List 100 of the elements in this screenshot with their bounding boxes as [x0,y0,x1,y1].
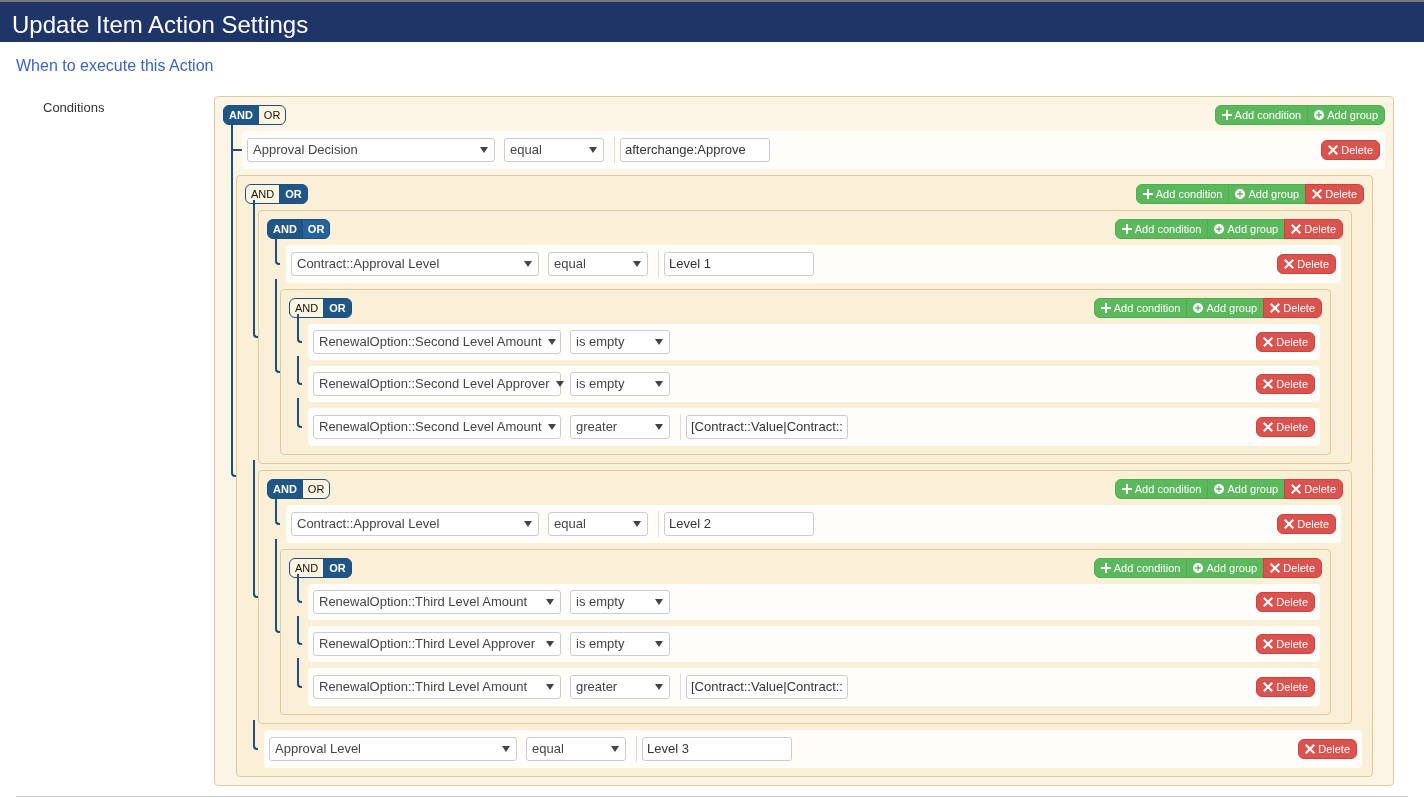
field-select[interactable]: Contract::Approval Level [291,252,539,276]
plus-circle-icon [1193,563,1204,573]
value-field[interactable]: Level 2 [664,512,814,536]
close-icon [1263,682,1274,692]
logic-toggle[interactable]: OR [323,558,352,578]
close-icon [1328,145,1339,155]
field-select[interactable]: Approval Level [269,737,517,761]
caret-icon [655,424,663,430]
caret-icon [480,147,488,153]
field-select[interactable]: RenewalOption::Second Level Amount [313,330,561,354]
connector-line [297,658,302,688]
field-select[interactable]: RenewalOption::Second Level Approver [313,372,561,396]
value-field[interactable]: Level 1 [664,252,814,276]
caret-icon [633,521,641,527]
caret-icon [547,339,556,345]
delete-button[interactable]: Delete [1284,479,1343,499]
logic-toggle[interactable]: OR [301,219,331,239]
value-field[interactable]: [Contract::Value|Contract:: [686,675,848,699]
delete-button[interactable]: Delete [1263,298,1322,318]
connector-line [253,720,258,750]
logic-toggle[interactable]: AND [289,558,325,578]
delete-button[interactable]: Delete [1256,417,1315,437]
close-icon [1305,744,1316,754]
caret-icon [655,599,663,605]
caret-icon [655,641,663,647]
plus-circle-icon [1235,189,1246,199]
caret-icon [611,746,619,752]
plus-icon [1121,224,1132,234]
caret-icon [655,381,663,387]
plus-icon [1221,110,1232,120]
logic-toggle[interactable]: AND [223,105,259,125]
field-select[interactable]: Contract::Approval Level [291,512,539,536]
operator-select[interactable]: is empty [570,330,670,354]
caret-icon [555,381,564,387]
operator-select[interactable]: greater [570,415,670,439]
logic-toggle[interactable]: AND [289,298,325,318]
delete-button[interactable]: Delete [1263,558,1322,578]
plus-icon [1121,484,1132,494]
caret-icon [524,261,532,267]
delete-button[interactable]: Delete [1277,514,1336,534]
operator-select[interactable]: equal [504,138,604,162]
delete-button[interactable]: Delete [1256,374,1315,394]
field-select[interactable]: RenewalOption::Third Level Amount [313,590,561,614]
operator-select[interactable]: equal [526,737,626,761]
connector-line [275,495,280,525]
close-icon [1263,422,1274,432]
delete-button[interactable]: Delete [1321,140,1380,160]
delete-button[interactable]: Delete [1305,184,1364,204]
caret-icon [502,746,510,752]
close-icon [1263,597,1274,607]
logic-toggle[interactable]: OR [301,479,331,499]
connector-line [297,314,302,343]
dialog-title: Update Item Action Settings [0,0,1424,42]
conditions-label: Conditions [43,100,105,115]
delete-button[interactable]: Delete [1277,254,1336,274]
value-field[interactable]: Level 3 [642,737,792,761]
value-field[interactable]: [Contract::Value|Contract:: [686,415,848,439]
plus-circle-icon [1314,110,1325,120]
caret-icon [655,339,663,345]
logic-toggle[interactable]: AND [245,184,281,204]
plus-icon [1142,189,1153,199]
delete-button[interactable]: Delete [1256,592,1315,612]
plus-icon [1100,303,1111,313]
field-select[interactable]: Approval Decision [247,138,495,162]
delete-button[interactable]: Delete [1256,332,1315,352]
plus-circle-icon [1214,484,1225,494]
delete-button[interactable]: Delete [1284,219,1343,239]
field-select[interactable]: RenewalOption::Second Level Amount [313,415,561,439]
caret-icon [546,641,554,647]
caret-icon [633,261,641,267]
logic-toggle[interactable]: OR [257,105,287,125]
operator-select[interactable]: greater [570,675,670,699]
plus-circle-icon [1193,303,1204,313]
close-icon [1270,563,1281,573]
logic-toggle[interactable]: OR [279,184,308,204]
logic-toggle[interactable]: OR [323,298,352,318]
close-icon [1270,303,1281,313]
operator-select[interactable]: equal [548,512,648,536]
field-select[interactable]: RenewalOption::Third Level Approver [313,632,561,656]
close-icon [1291,224,1302,234]
logic-toggle[interactable]: AND [267,219,303,239]
connector-line [297,398,302,428]
caret-icon [524,521,532,527]
close-icon [1291,484,1302,494]
operator-select[interactable]: is empty [570,590,670,614]
operator-select[interactable]: equal [548,252,648,276]
delete-button[interactable]: Delete [1256,634,1315,654]
caret-icon [546,599,554,605]
close-icon [1263,337,1274,347]
value-field[interactable]: afterchange:Approve [620,138,770,162]
connector-line [297,616,302,645]
field-select[interactable]: RenewalOption::Third Level Amount [313,675,561,699]
close-icon [1263,379,1274,389]
operator-select[interactable]: is empty [570,372,670,396]
close-icon [1284,519,1295,529]
operator-select[interactable]: is empty [570,632,670,656]
delete-button[interactable]: Delete [1298,739,1357,759]
logic-toggle[interactable]: AND [267,479,303,499]
plus-icon [1100,563,1111,573]
delete-button[interactable]: Delete [1256,677,1315,697]
